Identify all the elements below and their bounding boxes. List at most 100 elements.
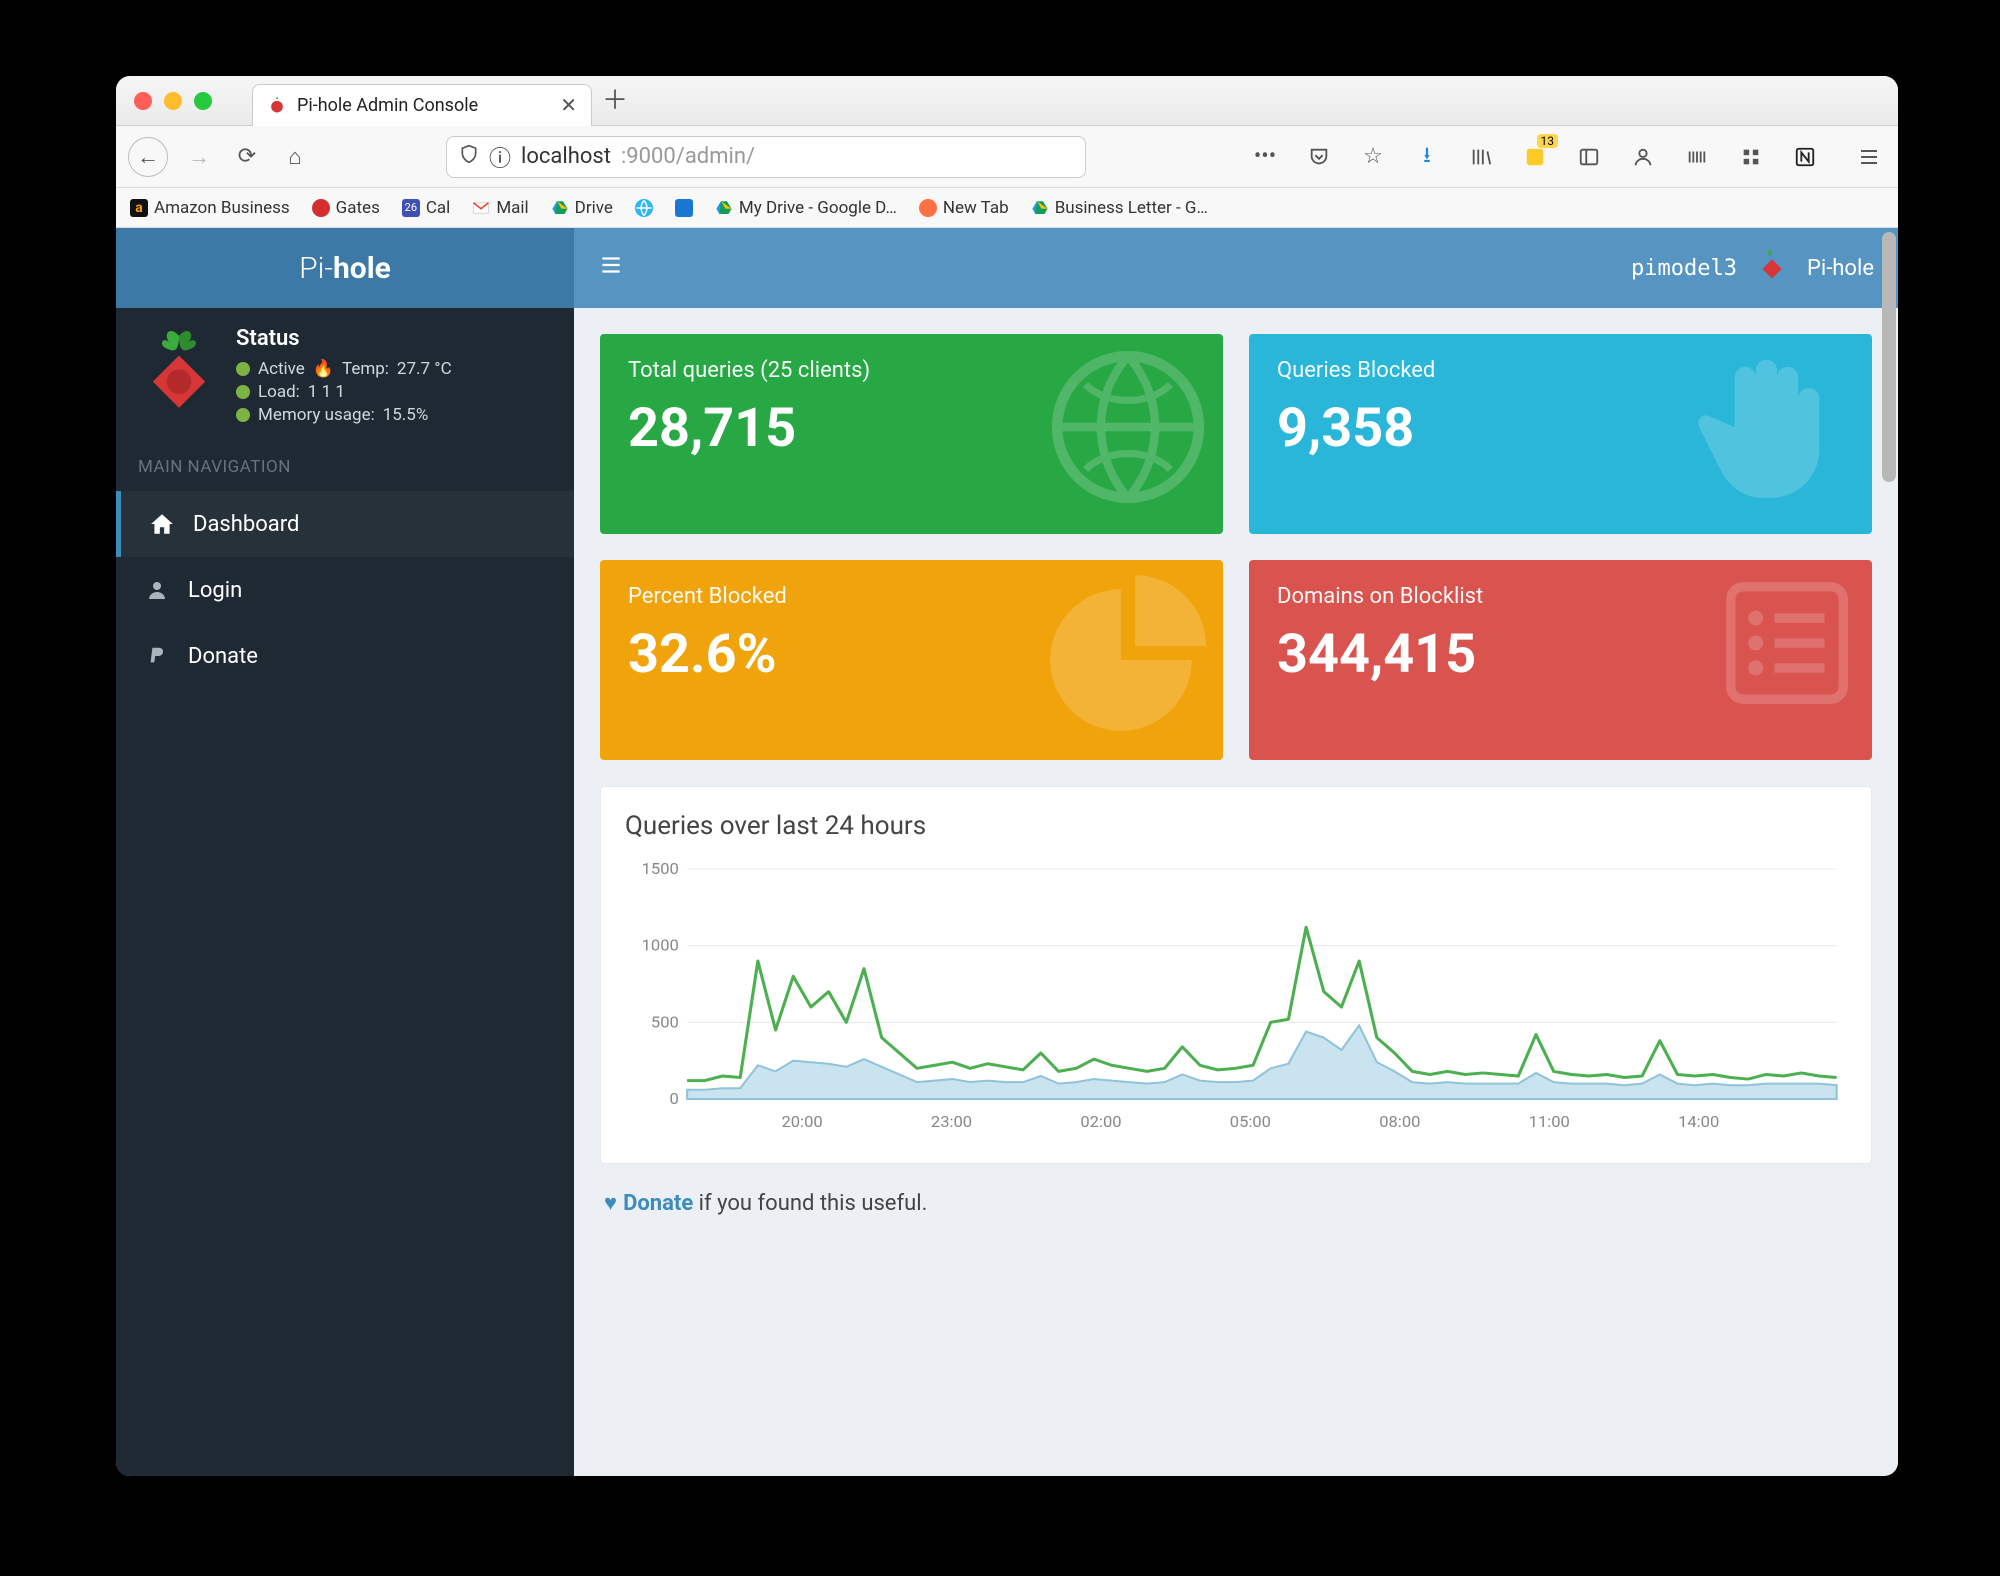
bookmark-label: New Tab [943, 198, 1009, 218]
browser-tab[interactable]: Pi-hole Admin Console ✕ [252, 84, 592, 126]
mem-value: 15.5% [383, 405, 429, 425]
bookmark-item[interactable]: My Drive - Google D… [715, 198, 897, 218]
downloads-icon[interactable]: ⭳ [1410, 140, 1444, 174]
sidebar-item-login[interactable]: Login [116, 557, 574, 623]
nav-header: MAIN NAVIGATION [116, 443, 574, 491]
tab-close-button[interactable]: ✕ [560, 93, 577, 117]
new-tab-button[interactable]: ＋ [600, 86, 630, 116]
bookmark-item[interactable]: 26Cal [402, 198, 450, 218]
svg-text:11:00: 11:00 [1529, 1112, 1570, 1131]
brand-label[interactable]: Pi-hole [1807, 256, 1874, 281]
sidebar-item-label: Login [188, 578, 242, 603]
overflow-ext1-icon[interactable] [1680, 140, 1714, 174]
account-icon[interactable] [1626, 140, 1660, 174]
card-percent-blocked[interactable]: Percent Blocked 32.6% [600, 560, 1223, 760]
sidebar-item-donate[interactable]: Donate [116, 623, 574, 689]
status-active: Active [258, 359, 305, 379]
flame-icon: 🔥 [313, 359, 334, 379]
list-icon [1712, 568, 1862, 722]
sidebar-item-dashboard[interactable]: Dashboard [116, 491, 574, 557]
window-close-button[interactable] [134, 92, 152, 110]
bookmarks-bar: aAmazon Business Gates 26Cal Mail Drive … [116, 188, 1898, 228]
bookmark-item[interactable]: New Tab [919, 198, 1009, 218]
svg-text:05:00: 05:00 [1230, 1112, 1271, 1131]
tab-favicon-icon [267, 95, 287, 115]
svg-text:14:00: 14:00 [1678, 1112, 1719, 1131]
sidebar-toggle-icon[interactable] [1572, 140, 1606, 174]
bookmark-label: Cal [426, 198, 450, 218]
shield-icon [459, 144, 479, 170]
url-path: /admin/ [676, 144, 755, 169]
bookmark-label: Mail [496, 198, 528, 218]
content: Total queries (25 clients) 28,715 Querie… [574, 308, 1898, 1242]
forward-button[interactable]: → [182, 140, 216, 174]
window-maximize-button[interactable] [194, 92, 212, 110]
bookmark-item[interactable]: Mail [472, 198, 528, 218]
sidebar-item-label: Donate [188, 644, 258, 669]
summary-cards: Total queries (25 clients) 28,715 Querie… [600, 334, 1872, 760]
chart-panel: Queries over last 24 hours 0500100015002… [600, 786, 1872, 1164]
meatball-icon[interactable]: ••• [1248, 140, 1282, 174]
chart-canvas[interactable]: 05001000150020:0023:0002:0005:0008:0011:… [625, 859, 1847, 1139]
chart-title: Queries over last 24 hours [625, 811, 1847, 841]
library-icon[interactable] [1464, 140, 1498, 174]
brand-prefix: Pi- [299, 251, 333, 286]
home-button[interactable]: ⌂ [278, 140, 312, 174]
svg-text:1000: 1000 [642, 936, 679, 955]
svg-text:08:00: 08:00 [1379, 1112, 1420, 1131]
sidebar-toggle-button[interactable] [598, 252, 624, 284]
toolbar-right: ••• ☆ ⭳ 13 [1248, 140, 1886, 174]
pihole-logo-icon [138, 326, 220, 416]
url-port: :9000 [621, 144, 676, 169]
gmail-icon [472, 199, 490, 217]
bookmark-star-icon[interactable]: ☆ [1356, 140, 1390, 174]
hamburger-menu-button[interactable] [1852, 140, 1886, 174]
home-icon [149, 511, 175, 537]
card-domains-blocklist[interactable]: Domains on Blocklist 344,415 [1249, 560, 1872, 760]
hostname-label[interactable]: pimodel3 [1631, 256, 1737, 281]
overflow-ext2-icon[interactable] [1734, 140, 1768, 174]
load-label: Load: [258, 382, 300, 402]
tab-title: Pi-hole Admin Console [297, 95, 478, 116]
notion-icon[interactable] [1788, 140, 1822, 174]
extension-badge-count: 13 [1537, 134, 1559, 148]
scrollbar[interactable] [1882, 232, 1896, 482]
pocket-icon[interactable] [1302, 140, 1336, 174]
browser-toolbar: ← → ⟳ ⌂ ⓘ localhost:9000/admin/ ••• ☆ ⭳ … [116, 126, 1898, 188]
donate-footer: ♥Donate if you found this useful. [600, 1190, 1872, 1216]
extension-badge-icon[interactable]: 13 [1518, 140, 1552, 174]
drive-icon [1031, 199, 1049, 217]
svg-text:20:00: 20:00 [781, 1112, 822, 1131]
bookmark-item[interactable]: Business Letter - G… [1031, 198, 1208, 218]
bookmark-label: Gates [336, 198, 380, 218]
card-queries-blocked[interactable]: Queries Blocked 9,358 [1249, 334, 1872, 534]
card-total-queries[interactable]: Total queries (25 clients) 28,715 [600, 334, 1223, 534]
temp-label: Temp: [342, 359, 389, 379]
window-titlebar: Pi-hole Admin Console ✕ ＋ [116, 76, 1898, 126]
brand-logo[interactable]: Pi-hole [116, 228, 574, 308]
url-bar[interactable]: ⓘ localhost:9000/admin/ [446, 136, 1086, 178]
status-dot-icon [236, 362, 250, 376]
window-minimize-button[interactable] [164, 92, 182, 110]
svg-text:500: 500 [651, 1013, 679, 1032]
status-dot-icon [236, 408, 250, 422]
browser-window: Pi-hole Admin Console ✕ ＋ ← → ⟳ ⌂ ⓘ loca… [116, 76, 1898, 1476]
donate-text: if you found this useful. [693, 1191, 927, 1216]
paypal-icon [144, 643, 170, 669]
temp-value: 27.7 °C [397, 359, 452, 379]
main-area: pimodel3 Pi-hole Total queries (25 clien… [574, 228, 1898, 1476]
donate-link[interactable]: Donate [623, 1191, 693, 1216]
status-panel: Status Active 🔥 Temp: 27.7 °C Load: 1 1 … [116, 308, 574, 443]
bookmark-item[interactable]: aAmazon Business [130, 198, 290, 218]
drive-icon [715, 199, 733, 217]
bookmark-item[interactable]: Drive [551, 198, 613, 218]
sidebar: Pi-hole Status Active 🔥 [116, 228, 574, 1476]
back-button[interactable]: ← [128, 137, 168, 177]
reload-button[interactable]: ⟳ [230, 140, 264, 174]
topbar: pimodel3 Pi-hole [574, 228, 1898, 308]
window-traffic-lights [134, 92, 212, 110]
bookmark-item[interactable] [675, 199, 693, 217]
bookmark-item[interactable] [635, 199, 653, 217]
sidebar-item-label: Dashboard [193, 512, 299, 537]
bookmark-item[interactable]: Gates [312, 198, 380, 218]
